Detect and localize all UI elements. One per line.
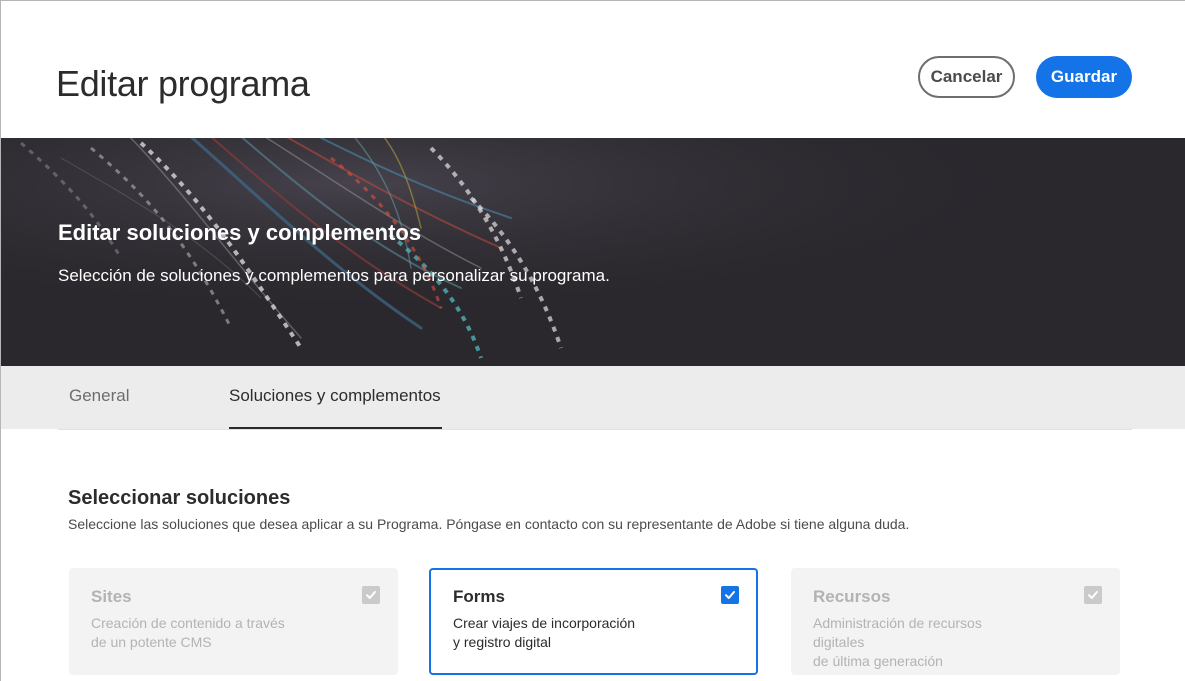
solution-description-line: y registro digital bbox=[453, 634, 552, 650]
sites-checkbox bbox=[362, 586, 380, 604]
solution-title: Forms bbox=[453, 587, 505, 606]
hero-subtitle: Selección de soluciones y complementos p… bbox=[58, 266, 610, 285]
solution-title: Sites bbox=[91, 587, 132, 606]
cancel-button[interactable]: Cancelar bbox=[918, 56, 1015, 98]
recursos-checkbox bbox=[1084, 586, 1102, 604]
solution-description: Administración de recursos digitales de … bbox=[813, 614, 1033, 671]
tab-divider bbox=[58, 429, 1132, 430]
solution-description: Crear viajes de incorporación y registro… bbox=[453, 614, 673, 652]
hero-background-art bbox=[1, 138, 1185, 366]
hero-banner: Editar soluciones y complementos Selecci… bbox=[1, 138, 1185, 366]
section-title: Seleccionar soluciones bbox=[68, 487, 291, 509]
solution-card-sites: Sites Creación de contenido a través de … bbox=[69, 568, 398, 675]
tab-general[interactable]: General bbox=[69, 386, 129, 406]
solution-card-recursos: Recursos Administración de recursos digi… bbox=[791, 568, 1120, 675]
solution-description-line: Creación de contenido a través bbox=[91, 615, 285, 631]
page-title: Editar programa bbox=[56, 63, 310, 104]
forms-checkbox[interactable] bbox=[721, 586, 739, 604]
save-button[interactable]: Guardar bbox=[1036, 56, 1132, 98]
hero-title: Editar soluciones y complementos bbox=[58, 220, 422, 245]
section-description: Seleccione las soluciones que desea apli… bbox=[68, 516, 910, 532]
checkmark-icon bbox=[725, 591, 735, 599]
solution-card-forms[interactable]: Forms Crear viajes de incorporación y re… bbox=[429, 568, 758, 675]
solution-description: Creación de contenido a través de un pot… bbox=[91, 614, 311, 652]
solution-title: Recursos bbox=[813, 587, 891, 606]
tab-bar: General Soluciones y complementos bbox=[1, 366, 1185, 429]
solution-description-line: Crear viajes de incorporación bbox=[453, 615, 636, 631]
dialog-header: Editar programa Cancelar Guardar bbox=[1, 1, 1185, 138]
checkmark-icon bbox=[366, 591, 376, 599]
tab-solutions-addons[interactable]: Soluciones y complementos bbox=[229, 386, 441, 406]
solution-description-line: de un potente CMS bbox=[91, 634, 212, 650]
solution-description-line: Administración de recursos digitales bbox=[813, 615, 982, 650]
solution-description-line: de última generación bbox=[813, 653, 943, 669]
edit-program-dialog: Editar programa Cancelar Guardar Editar … bbox=[0, 0, 1185, 681]
checkmark-icon bbox=[1088, 591, 1098, 599]
